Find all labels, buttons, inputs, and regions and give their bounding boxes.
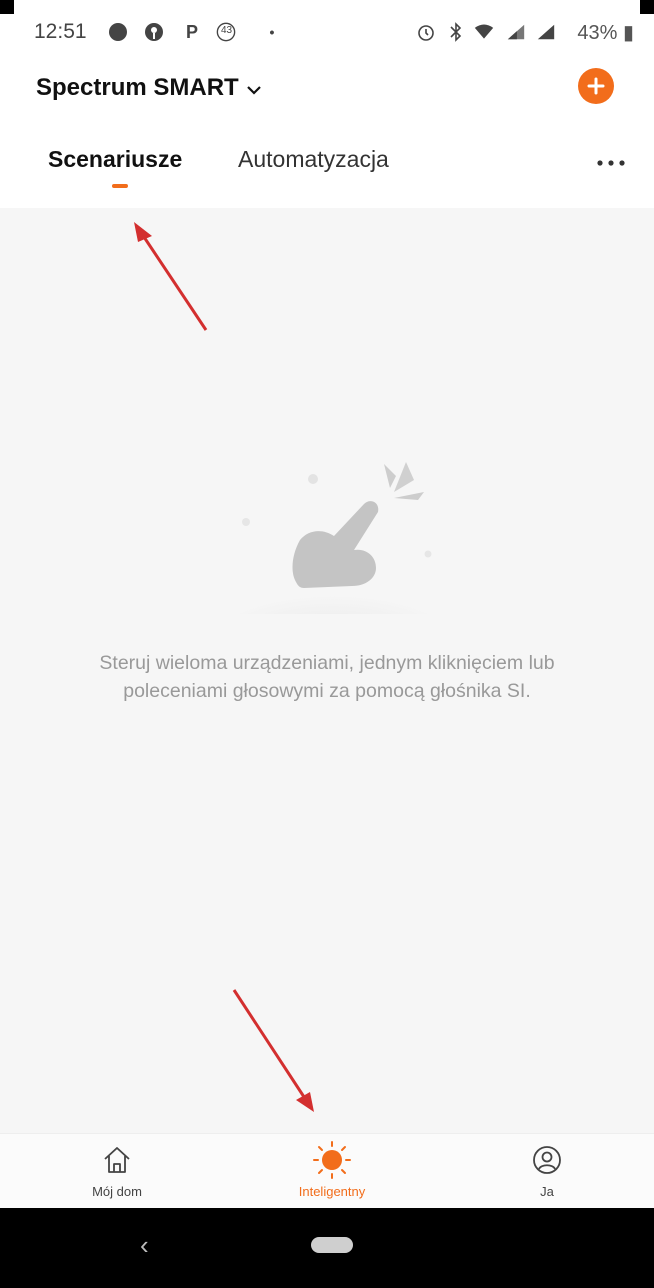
tab-automation[interactable]: Automatyzacja [238,146,389,173]
bottom-navigation: Mój dom Inteligentny Ja [0,1133,654,1209]
plus-icon [587,71,605,101]
parking-icon: P [185,21,198,42]
nav-label: Mój dom [92,1184,142,1199]
nav-item-smart[interactable]: Inteligentny [272,1140,392,1199]
tab-scenes[interactable]: Scenariusze [48,146,182,173]
active-tab-indicator [112,184,128,188]
status-bar: 12:51 P 43 • 43% ▮ [0,14,654,54]
add-button[interactable] [578,68,614,104]
nav-label: Inteligentny [298,1184,366,1199]
system-navigation-bar: ‹ [0,1208,654,1288]
nav-item-me[interactable]: Ja [487,1140,607,1199]
dot-icon: • [269,24,275,40]
user-icon [527,1140,567,1180]
empty-state-message: Steruj wieloma urządzeniami, jednym klik… [40,649,614,705]
app-screen: 12:51 P 43 • 43% ▮ Spectrum SMART Scenar… [0,0,654,1288]
home-selector[interactable]: Spectrum SMART [36,74,261,102]
bluetooth-icon [446,22,466,42]
spotify-icon [108,22,128,42]
alarm-icon [416,22,436,42]
nav-label: Ja [540,1184,554,1199]
podcast-icon [144,22,164,42]
more-options-button[interactable] [596,142,626,174]
battery-level: 43% ▮ [577,22,634,44]
home-icon [97,1140,137,1180]
signal-icon [506,22,526,42]
empty-state-line: Steruj wieloma urządzeniami, jednym klik… [99,652,555,674]
chevron-down-icon [246,79,261,100]
back-button[interactable]: ‹ [140,1230,149,1261]
empty-state-line: poleceniami głosowymi za pomocą głośnika… [123,680,531,702]
home-gesture-pill[interactable] [311,1237,353,1253]
notification-badge-count: 43 [221,25,233,36]
scenes-content: Steruj wieloma urządzeniami, jednym klik… [0,208,654,1133]
chevron-left-icon: ‹ [140,1230,149,1260]
app-header: Spectrum SMART [0,60,654,116]
sun-icon [312,1140,352,1180]
home-name: Spectrum SMART [36,74,239,101]
wifi-icon [474,22,494,42]
tab-bar: Scenariusze Automatyzacja [0,138,654,194]
empty-state-illustration [218,454,448,649]
screen-corner [640,0,654,14]
more-horizontal-icon [596,142,626,173]
screen-corner [0,0,14,14]
nav-item-my-home[interactable]: Mój dom [57,1140,177,1199]
signal-icon [536,22,556,42]
status-time: 12:51 [34,20,87,43]
